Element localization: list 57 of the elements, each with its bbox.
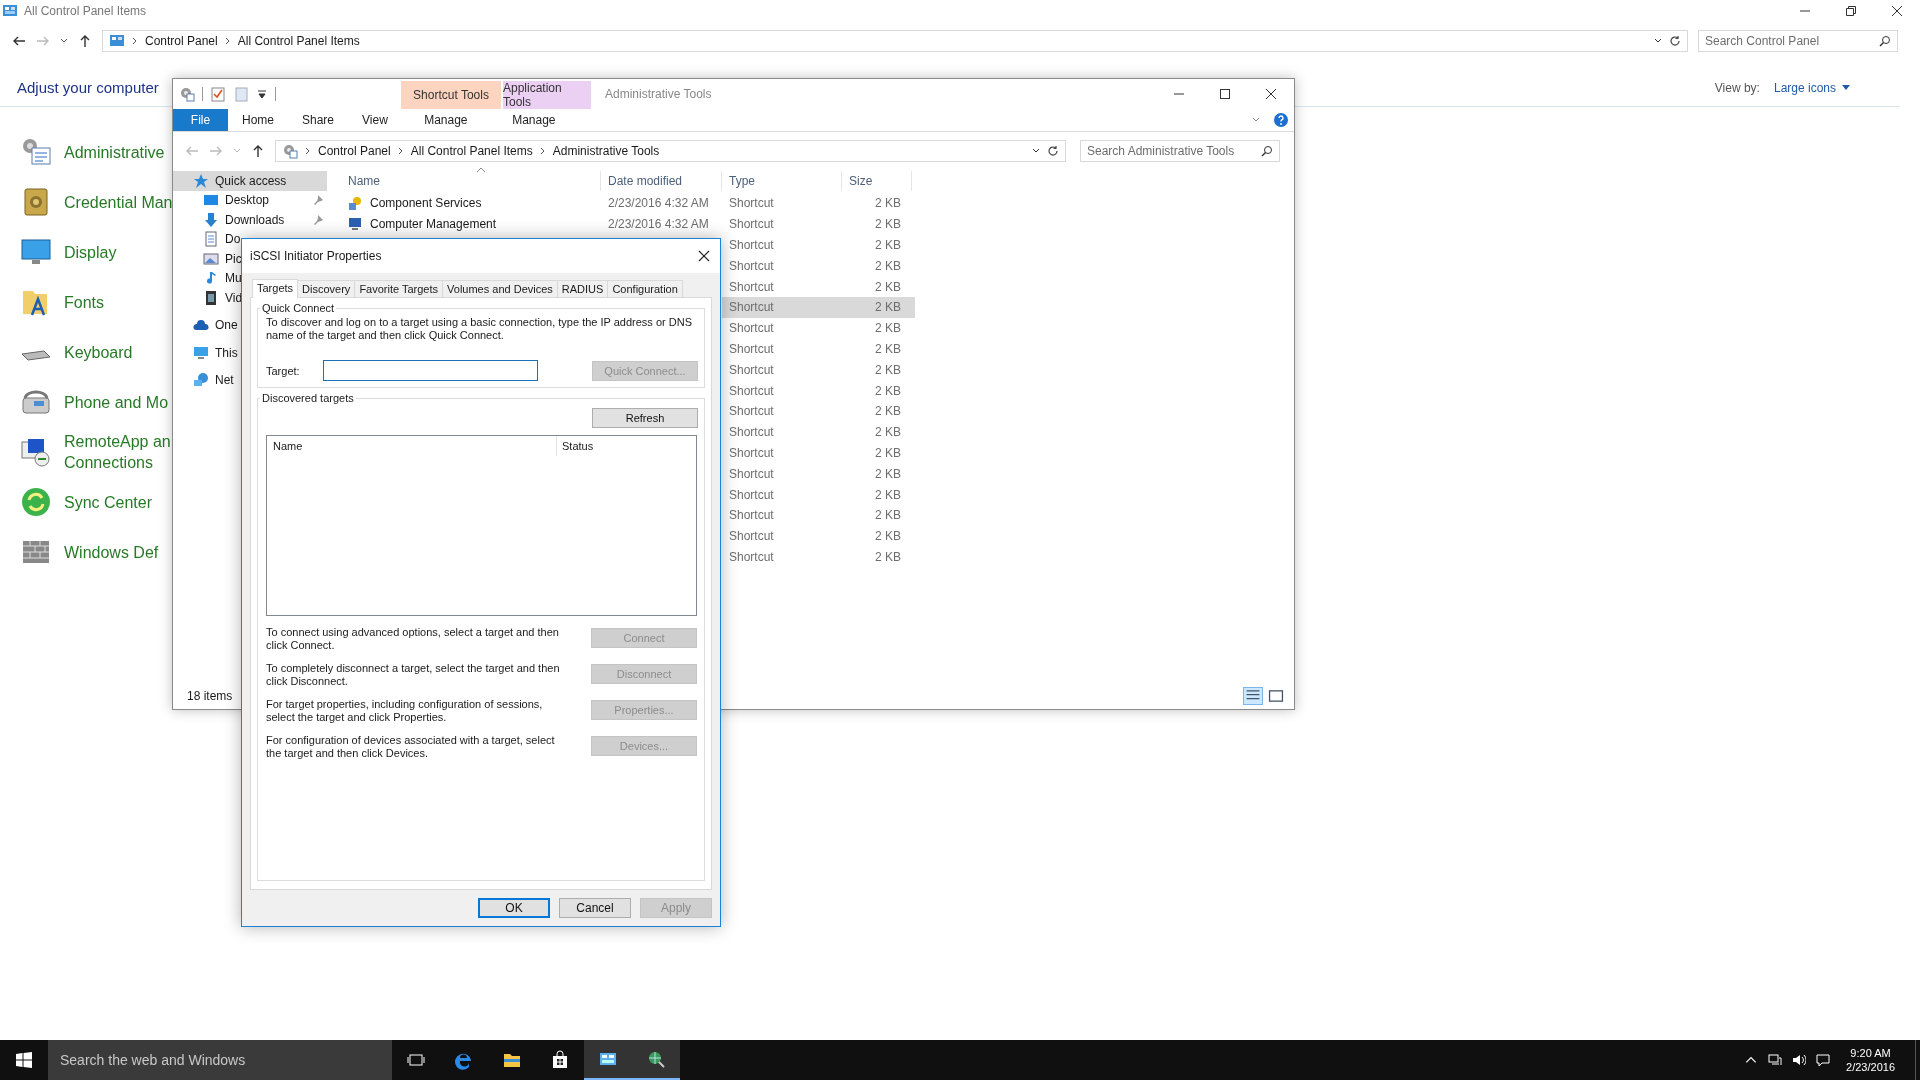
file-type: Shortcut [729,529,775,544]
date-modified: 2/23/2016 4:32 AM [608,196,709,211]
window-title: Administrative Tools [605,87,712,101]
file-type: Shortcut [729,404,775,419]
instruction-text: To completely disconnect a target, select the target and then click Disconnect. [266,662,561,688]
instruction-text: For target properties, including configuration of sessions, select the target and click Properties. [266,698,544,724]
file-type: Shortcut [729,238,775,252]
file-size: 2 KB [874,425,901,440]
target-label: Target: [266,364,300,377]
item-count: 18 items [187,689,233,703]
file-size: 2 KB [874,487,901,502]
file-type: Shortcut [729,279,775,294]
file-size: 2 KB [874,466,901,481]
file-type: Shortcut [729,445,775,460]
file-type: Shortcut [729,425,775,440]
file-size: 2 KB [874,300,901,315]
dialog-title: iSCSI Initiator Properties [250,249,382,263]
file-type: Shortcut [729,321,775,336]
file-type: Shortcut [729,487,775,502]
file-type: Shortcut [729,508,775,523]
file-type: Shortcut [729,466,775,481]
tab-group-label: Shortcut Tools [413,88,489,102]
instruction-text: To connect using advanced options, select a target and then click Connect. [266,626,560,652]
window-title: All Control Panel Items [24,4,147,18]
file-type: Shortcut [729,258,775,273]
file-type: Shortcut [729,300,775,315]
date-modified: 2/23/2016 4:32 AM [608,217,709,232]
file-size: 2 KB [874,258,901,273]
file-size: 2 KB [874,549,901,564]
file-size: 2 KB [874,196,901,211]
file-size: 2 KB [874,217,901,232]
file-size: 2 KB [874,508,901,523]
group-label: Discovered targets [261,392,355,404]
file-type: Shortcut [729,549,775,564]
file-size: 2 KB [874,341,901,356]
instruction-text: For configuration of devices associated with a target, select the target and then click Devices. [266,734,556,760]
file-type: Shortcut [729,341,775,356]
file-size: 2 KB [874,529,901,544]
file-type: Shortcut [729,217,775,232]
file-type: Shortcut [729,383,775,398]
file-size: 2 KB [874,321,901,336]
file-size: 2 KB [874,383,901,398]
file-size: 2 KB [874,238,901,252]
tab-group-label: Application Tools [503,81,563,109]
search-placeholder: Search the web and Windows [60,1052,246,1068]
file-size: 2 KB [874,404,901,419]
file-type: Shortcut [729,362,775,377]
description-text: To discover and log on to a target using a basic connection, type the IP address or DNS name of the target and then click Quick Connect. [266,316,693,342]
group-label: Quick Connect [261,302,336,314]
search-placeholder: Search Administrative Tools [1087,144,1236,158]
view-by-label: View by: [1714,80,1760,95]
file-size: 2 KB [874,445,901,460]
page-heading: Adjust your computer [17,79,159,96]
file-size: 2 KB [874,279,901,294]
file-type: Shortcut [729,196,775,211]
search-placeholder: Search Control Panel [1705,34,1821,48]
file-size: 2 KB [874,362,901,377]
